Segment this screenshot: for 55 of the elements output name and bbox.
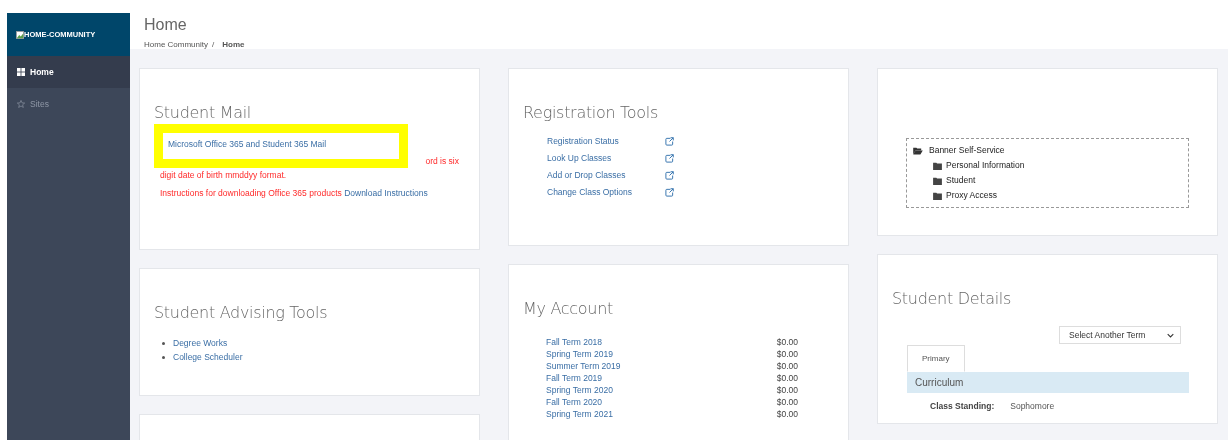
- registration-link[interactable]: Change Class Options: [547, 187, 665, 197]
- tree-item[interactable]: Student: [946, 173, 976, 188]
- bullet-icon: [162, 355, 165, 359]
- amount-text: $0.00: [776, 336, 798, 348]
- breadcrumb-item[interactable]: Home Community: [144, 40, 208, 49]
- section-header: Curriculum: [907, 372, 1189, 393]
- amount-text: $0.00: [776, 408, 798, 420]
- notice-text: ord is six: [424, 155, 459, 168]
- broken-image-icon: [16, 30, 24, 39]
- registration-link[interactable]: Look Up Classes: [547, 153, 665, 163]
- sidebar-item[interactable]: Home: [7, 56, 130, 88]
- advising-link[interactable]: Degree Works: [173, 336, 228, 350]
- external-link-icon[interactable]: [665, 187, 674, 197]
- sidebar-item[interactable]: Sites: [7, 88, 130, 120]
- external-link-icon[interactable]: [665, 136, 674, 146]
- term-link[interactable]: Fall Term 2018: [546, 336, 603, 348]
- amount-text: $0.00: [776, 396, 798, 408]
- instructions-text: Instructions for downloading Office 365 products Download Instructions: [160, 187, 429, 200]
- term-link[interactable]: Fall Term 2020: [546, 396, 603, 408]
- page-title: Home: [144, 16, 188, 34]
- amount-text: $0.00: [776, 372, 798, 384]
- mail-link[interactable]: Microsoft Office 365 and Student 365 Mail: [168, 139, 327, 149]
- term-link[interactable]: Summer Term 2019: [546, 360, 621, 372]
- card-title: My Account: [523, 299, 614, 318]
- star-icon: [17, 100, 25, 108]
- field-label: Class Standing:: [930, 401, 995, 411]
- card-title: Student Advising Tools: [154, 303, 329, 322]
- term-link[interactable]: Spring Term 2020: [546, 384, 613, 396]
- bullet-icon: [162, 341, 165, 345]
- amount-text: $0.00: [776, 360, 798, 372]
- term-select[interactable]: Select Another Term: [1059, 326, 1181, 344]
- breadcrumb-separator: /: [212, 40, 215, 49]
- tree-item[interactable]: Proxy Access: [946, 188, 998, 203]
- advising-link[interactable]: College Scheduler: [173, 350, 243, 364]
- term-link[interactable]: Spring Term 2021: [546, 408, 613, 420]
- registration-link[interactable]: Add or Drop Classes: [547, 170, 665, 180]
- registration-link[interactable]: Registration Status: [547, 136, 665, 146]
- term-link[interactable]: Fall Term 2019: [546, 372, 603, 384]
- amount-text: $0.00: [776, 384, 798, 396]
- card-title: Registration Tools: [523, 103, 660, 122]
- external-link-icon[interactable]: [665, 170, 674, 180]
- external-link-icon[interactable]: [665, 153, 674, 163]
- amount-text: $0.00: [776, 348, 798, 360]
- card-title: Student Details: [892, 289, 1013, 308]
- tab[interactable]: Primary: [907, 345, 965, 372]
- chevron-down-icon: [1167, 332, 1174, 338]
- download-link[interactable]: Download Instructions: [344, 188, 428, 198]
- term-link[interactable]: Spring Term 2019: [546, 348, 613, 360]
- card-title: Student Mail: [154, 103, 252, 122]
- grid-icon: [17, 68, 25, 76]
- breadcrumb-item: Home: [222, 40, 245, 49]
- tree-item[interactable]: Personal Information: [946, 158, 1025, 173]
- notice-text: digit date of birth mmddyy format.: [160, 169, 288, 182]
- tree-item[interactable]: Banner Self-Service: [929, 143, 1005, 158]
- field-value: Sophomore: [1010, 401, 1055, 411]
